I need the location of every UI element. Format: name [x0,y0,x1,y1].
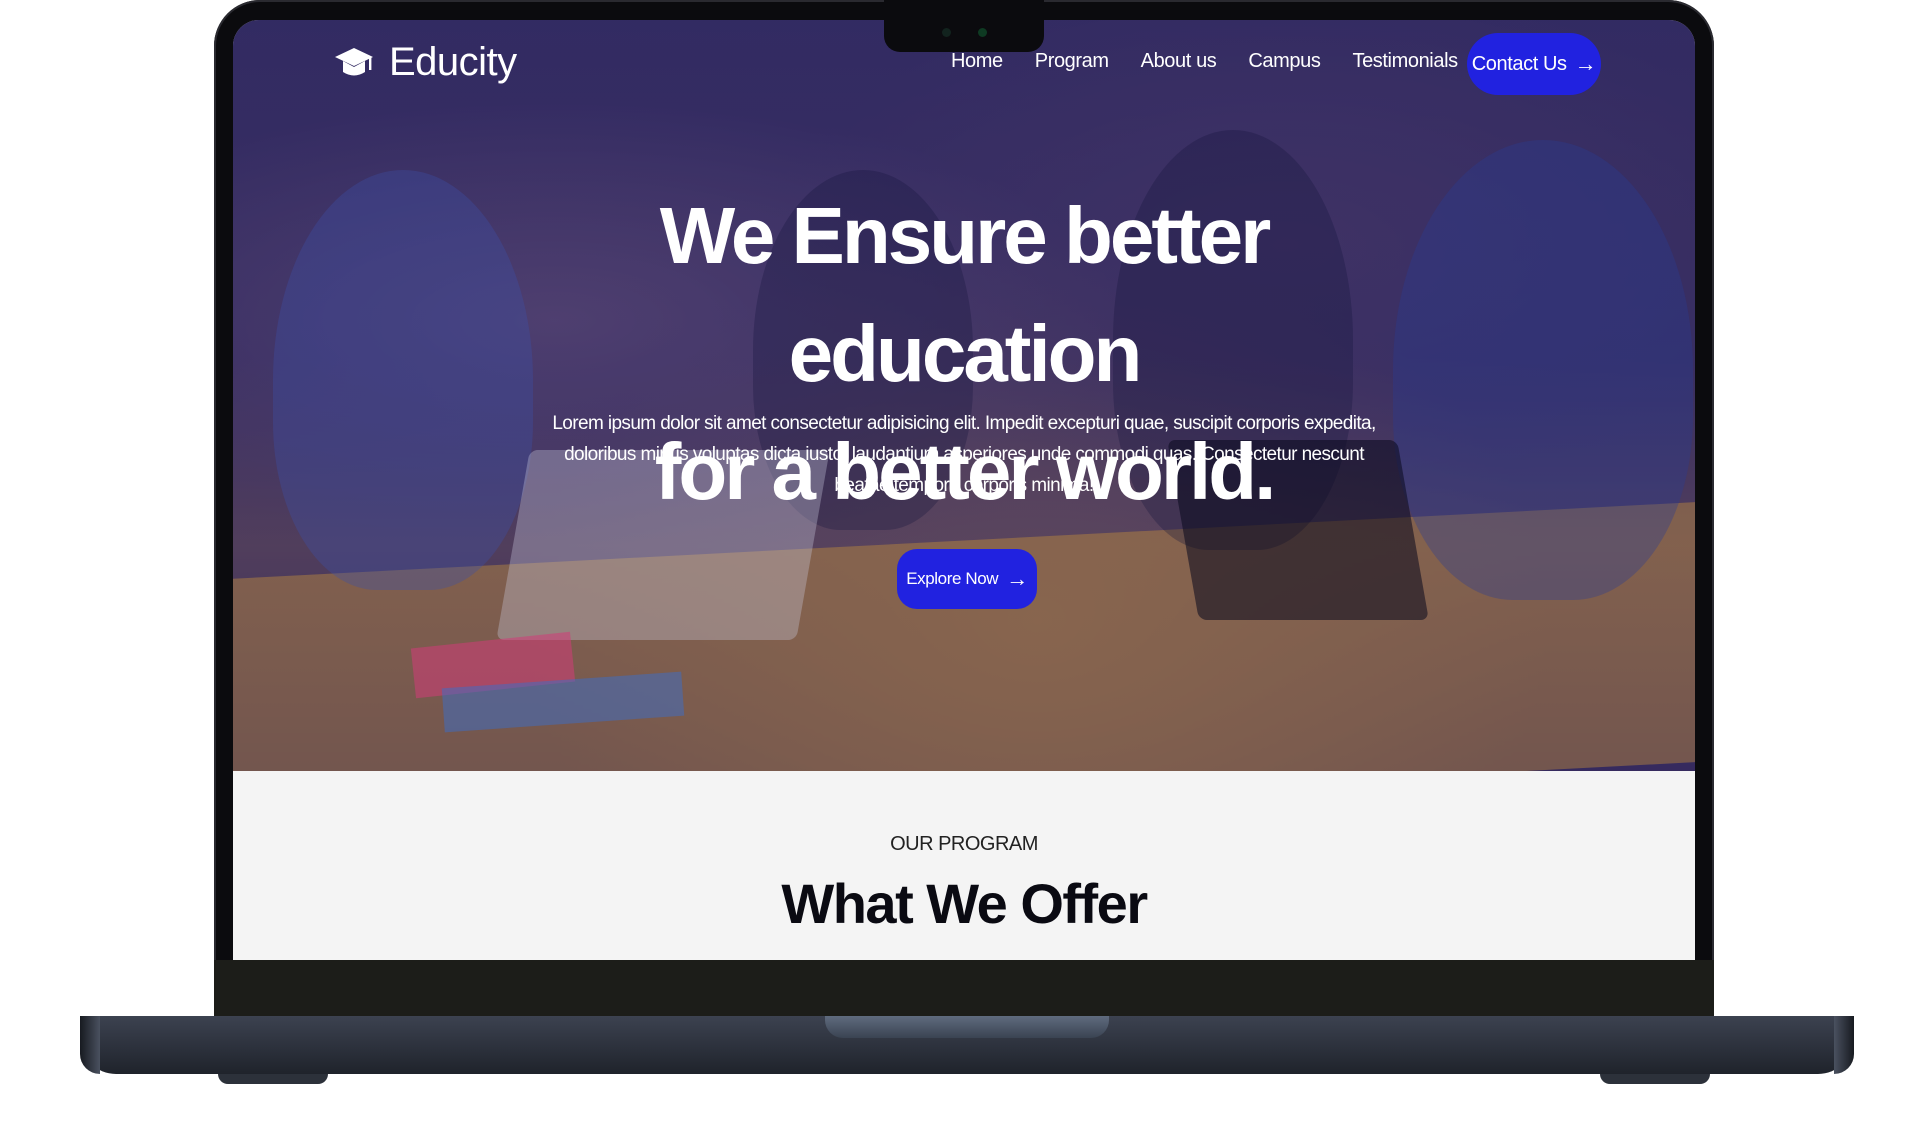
laptop-opening-groove [825,1016,1109,1038]
hero-description: Lorem ipsum dolor sit amet consectetur a… [552,413,1376,496]
hero-background-person [1393,140,1693,600]
graduation-cap-icon [335,47,373,75]
explore-now-button[interactable]: Explore Now → [897,549,1037,609]
nav-link-program[interactable]: Program [1035,50,1109,73]
nav-link-campus[interactable]: Campus [1248,50,1320,73]
nav-links: Home Program About us Campus Testimonial… [951,50,1490,73]
laptop-base-edge [80,1016,100,1074]
brand-logo[interactable]: Educity [333,40,517,85]
laptop-screen: Educity Home Program About us Campus Tes… [233,20,1695,960]
contact-us-label: Contact Us [1471,52,1567,75]
nav-link-home[interactable]: Home [951,50,1003,73]
hero-background-person [273,170,533,590]
laptop-foot [218,1074,328,1084]
brand-name: Educity [389,40,517,84]
hero-section: Educity Home Program About us Campus Tes… [233,20,1695,771]
arrow-right-icon: → [1006,566,1028,591]
section-subtitle: OUR PROGRAM [890,833,1038,855]
camera-sensor-icon [942,28,951,37]
section-title: What We Offer [781,872,1148,935]
camera-led-icon [978,28,987,37]
program-section: OUR PROGRAM What We Offer [233,771,1695,960]
hero-background-book [410,631,576,699]
nav-link-testimonials[interactable]: Testimonials [1352,50,1458,73]
hero-title-line1: We Ensure better education [659,191,1271,398]
arrow-right-icon: → [1574,51,1597,76]
explore-now-label: Explore Now [906,569,999,588]
contact-us-button[interactable]: Contact Us → [1467,33,1601,95]
nav-link-about[interactable]: About us [1141,50,1217,73]
laptop-chin [214,960,1714,1016]
laptop-base [80,1016,1854,1074]
camera-notch [884,0,1044,52]
hero-background-table [233,500,1695,771]
laptop-base-edge [1834,1016,1854,1074]
laptop-foot [1600,1074,1710,1084]
hero-background-book [441,671,685,733]
